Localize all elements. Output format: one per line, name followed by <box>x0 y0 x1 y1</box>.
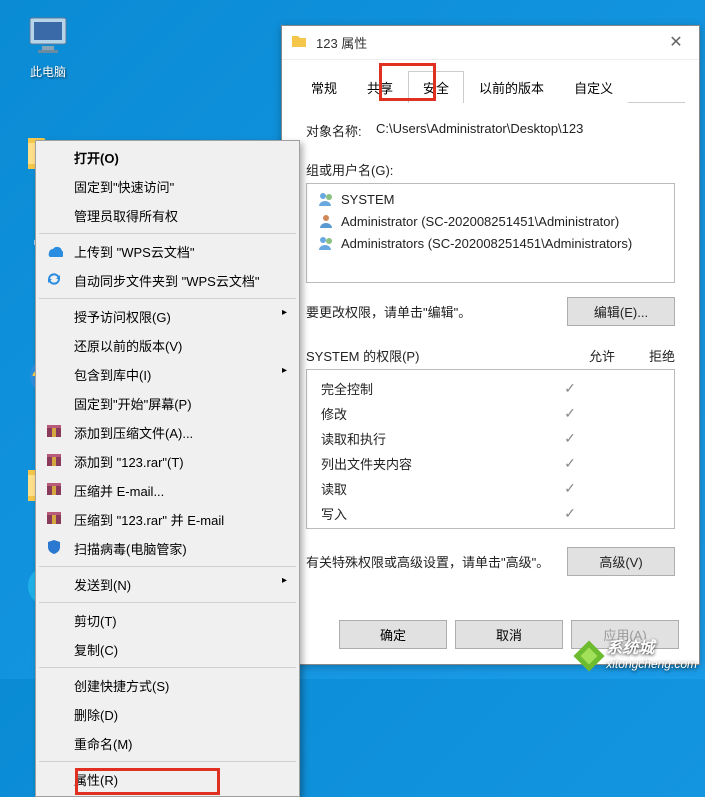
close-button[interactable]: ✕ <box>653 26 699 60</box>
principal-system[interactable]: SYSTEM <box>307 188 674 210</box>
group-icon <box>317 234 335 252</box>
dialog-title: 123 属性 <box>316 33 653 52</box>
dialog-body: 对象名称: C:\Users\Administrator\Desktop\123… <box>282 103 699 620</box>
permissions-title: SYSTEM 的权限(P) <box>306 346 419 365</box>
menu-include-lib[interactable]: 包含到库中(I) <box>38 360 297 389</box>
menu-delete[interactable]: 删除(D) <box>38 700 297 729</box>
computer-icon <box>24 12 72 60</box>
group-users-label: 组或用户名(G): <box>306 160 675 179</box>
watermark: 系统城 xitongcheng.com <box>578 640 697 671</box>
tab-security[interactable]: 安全 <box>408 71 464 103</box>
principal-administrators[interactable]: Administrators (SC-202008251451\Administ… <box>307 232 674 254</box>
edit-hint: 要更改权限，请单击"编辑"。 <box>306 302 471 321</box>
menu-compress-123-email[interactable]: 压缩到 "123.rar" 并 E-mail <box>38 505 297 534</box>
group-icon <box>317 190 335 208</box>
menu-separator <box>39 233 296 234</box>
rar-icon <box>44 450 64 470</box>
menu-separator <box>39 761 296 762</box>
perm-read: 读取✓ <box>307 476 674 501</box>
menu-upload-wps[interactable]: 上传到 "WPS云文档" <box>38 237 297 266</box>
titlebar[interactable]: 123 属性 ✕ <box>282 26 699 60</box>
allow-column: 允许 <box>589 346 615 365</box>
tabs: 常规 共享 安全 以前的版本 自定义 <box>296 70 685 103</box>
perm-write: 写入✓ <box>307 501 674 526</box>
check-icon: ✓ <box>540 380 600 397</box>
menu-separator <box>39 602 296 603</box>
menu-separator <box>39 298 296 299</box>
menu-compress-email[interactable]: 压缩并 E-mail... <box>38 476 297 505</box>
tab-previous-versions[interactable]: 以前的版本 <box>464 71 559 103</box>
menu-grant-access[interactable]: 授予访问权限(G) <box>38 302 297 331</box>
menu-send-to[interactable]: 发送到(N) <box>38 570 297 599</box>
menu-shortcut[interactable]: 创建快捷方式(S) <box>38 671 297 700</box>
desktop-pc-icon[interactable]: 此电脑 <box>10 12 86 80</box>
ok-button[interactable]: 确定 <box>339 620 447 649</box>
shield-icon <box>44 537 64 557</box>
perm-list-folder: 列出文件夹内容✓ <box>307 451 674 476</box>
deny-column: 拒绝 <box>649 346 675 365</box>
desktop-pc-label: 此电脑 <box>30 65 66 79</box>
menu-open[interactable]: 打开(O) <box>38 143 297 172</box>
perm-read-execute: 读取和执行✓ <box>307 426 674 451</box>
context-menu: 打开(O) 固定到"快速访问" 管理员取得所有权 上传到 "WPS云文档" 自动… <box>35 140 300 797</box>
check-icon: ✓ <box>540 405 600 422</box>
advanced-hint: 有关特殊权限或高级设置，请单击"高级"。 <box>306 552 549 571</box>
tab-share[interactable]: 共享 <box>352 71 408 103</box>
menu-scan-virus[interactable]: 扫描病毒(电脑管家) <box>38 534 297 563</box>
user-icon <box>317 212 335 230</box>
menu-sync-wps[interactable]: 自动同步文件夹到 "WPS云文档" <box>38 266 297 295</box>
menu-admin-own[interactable]: 管理员取得所有权 <box>38 201 297 230</box>
watermark-title: 系统城 <box>606 640 697 658</box>
check-icon: ✓ <box>540 505 600 522</box>
tab-general[interactable]: 常规 <box>296 71 352 103</box>
menu-rename[interactable]: 重命名(M) <box>38 729 297 758</box>
menu-separator <box>39 566 296 567</box>
menu-add-123rar[interactable]: 添加到 "123.rar"(T) <box>38 447 297 476</box>
menu-separator <box>39 667 296 668</box>
rar-icon <box>44 421 64 441</box>
check-icon: ✓ <box>540 455 600 472</box>
edit-button[interactable]: 编辑(E)... <box>567 297 675 326</box>
menu-pin-quick[interactable]: 固定到"快速访问" <box>38 172 297 201</box>
menu-restore-version[interactable]: 还原以前的版本(V) <box>38 331 297 360</box>
check-icon: ✓ <box>540 430 600 447</box>
watermark-logo-icon <box>574 640 605 671</box>
perm-modify: 修改✓ <box>307 401 674 426</box>
cloud-upload-icon <box>44 240 64 260</box>
menu-cut[interactable]: 剪切(T) <box>38 606 297 635</box>
object-path: C:\Users\Administrator\Desktop\123 <box>376 121 675 140</box>
menu-pin-start[interactable]: 固定到"开始"屏幕(P) <box>38 389 297 418</box>
title-folder-icon <box>290 32 308 53</box>
rar-icon <box>44 508 64 528</box>
watermark-url: xitongcheng.com <box>606 658 697 671</box>
menu-copy[interactable]: 复制(C) <box>38 635 297 664</box>
properties-dialog: 123 属性 ✕ 常规 共享 安全 以前的版本 自定义 对象名称: C:\Use… <box>281 25 700 665</box>
sync-icon <box>44 269 64 289</box>
cancel-button[interactable]: 取消 <box>455 620 563 649</box>
principals-list[interactable]: SYSTEM Administrator (SC-202008251451\Ad… <box>306 183 675 283</box>
menu-properties[interactable]: 属性(R) <box>38 765 297 794</box>
principal-administrator[interactable]: Administrator (SC-202008251451\Administr… <box>307 210 674 232</box>
advanced-button[interactable]: 高级(V) <box>567 547 675 576</box>
check-icon: ✓ <box>540 480 600 497</box>
tab-custom[interactable]: 自定义 <box>559 71 628 103</box>
object-name-label: 对象名称: <box>306 121 376 140</box>
permissions-list[interactable]: 完全控制✓ 修改✓ 读取和执行✓ 列出文件夹内容✓ 读取✓ 写入✓ <box>306 369 675 529</box>
menu-add-archive[interactable]: 添加到压缩文件(A)... <box>38 418 297 447</box>
rar-icon <box>44 479 64 499</box>
perm-full-control: 完全控制✓ <box>307 376 674 401</box>
